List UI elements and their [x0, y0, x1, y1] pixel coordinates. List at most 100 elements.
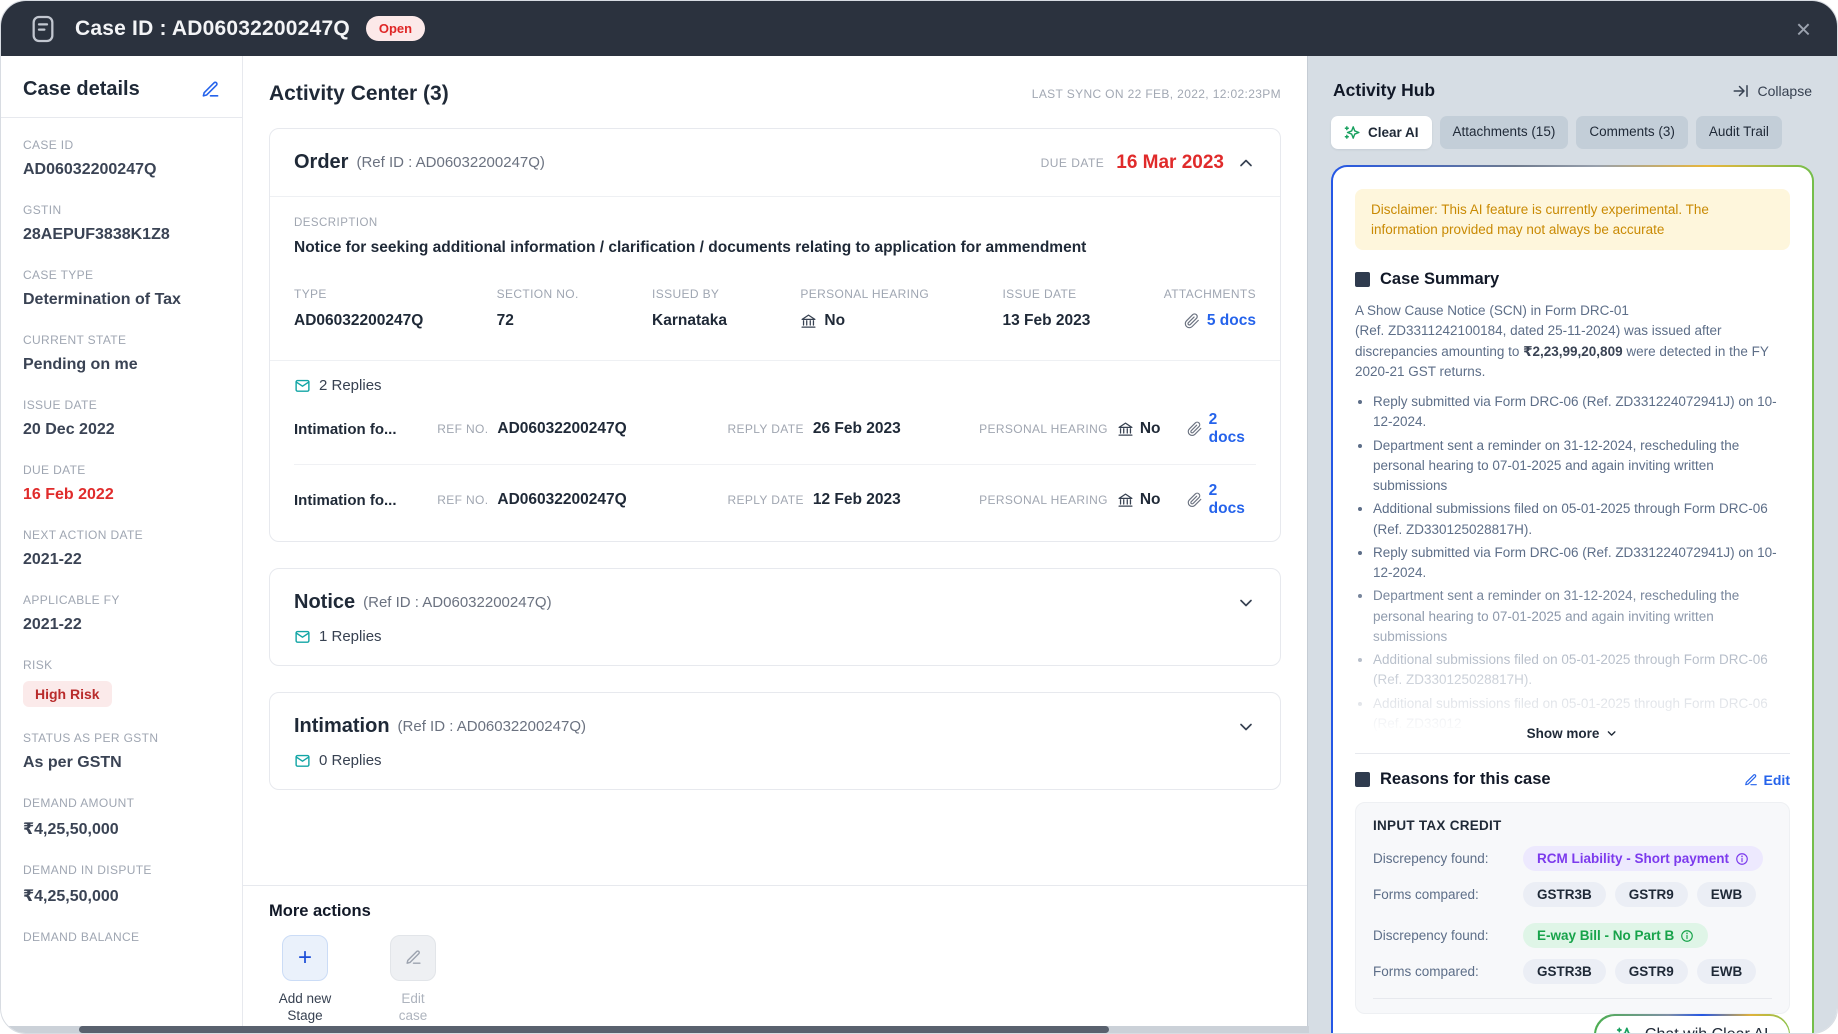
summary-bullet: Department sent a reminder on 31-12-2024…: [1373, 436, 1790, 497]
tab-clear-ai[interactable]: Clear AI: [1331, 116, 1432, 149]
order-title: Order: [294, 151, 348, 174]
field-status-gstn: STATUS AS PER GSTN As per GSTN: [23, 731, 220, 772]
last-sync-text: LAST SYNC ON 22 FEB, 2022, 12:02:23PM: [1032, 87, 1281, 101]
replies-count: 1 Replies: [319, 628, 382, 645]
activity-hub-panel: Activity Hub Collapse Clear AI Attachmen…: [1307, 56, 1837, 1034]
sparkle-icon: [1344, 124, 1361, 141]
summary-bullet: Additional submissions filed on 05-01-20…: [1373, 650, 1790, 691]
notice-card: Notice (Ref ID : AD06032200247Q) 1 Repli…: [269, 568, 1281, 666]
paperclip-icon: [1184, 313, 1200, 329]
description-text: Notice for seeking additional informatio…: [294, 239, 1256, 257]
chevron-down-icon[interactable]: [1236, 717, 1256, 737]
reply-docs-link[interactable]: 2 docs: [1209, 411, 1256, 447]
form-tag: GSTR3B: [1523, 882, 1606, 907]
chat-with-clear-ai-button[interactable]: Chat wih Clear AI: [1594, 1014, 1790, 1034]
info-icon[interactable]: [1735, 852, 1749, 866]
bank-icon: [800, 313, 817, 330]
paperclip-icon: [1187, 492, 1202, 508]
info-icon[interactable]: [1680, 929, 1694, 943]
order-card-header[interactable]: Order (Ref ID : AD06032200247Q) DUE DATE…: [270, 129, 1280, 196]
intimation-ref-id: (Ref ID : AD06032200247Q): [398, 718, 586, 735]
due-date-label: DUE DATE: [1041, 156, 1105, 170]
case-document-icon: [27, 13, 59, 45]
reply-row[interactable]: Intimation fo... REF NO. AD06032200247Q …: [294, 394, 1256, 464]
reply-row[interactable]: Intimation fo... REF NO. AD06032200247Q …: [294, 464, 1256, 535]
discrepancy-tag[interactable]: E-way Bill - No Part B: [1523, 923, 1708, 948]
chevron-down-icon: [1605, 727, 1618, 740]
reply-docs-link[interactable]: 2 docs: [1209, 482, 1256, 518]
field-demand-in-dispute: DEMAND IN DISPUTE ₹4,25,50,000: [23, 863, 220, 906]
collapse-button[interactable]: Collapse: [1732, 82, 1812, 100]
topbar: Case ID : AD06032200247Q Open ×: [1, 1, 1837, 56]
reasons-box: INPUT TAX CREDIT Discrepency found: RCM …: [1355, 802, 1790, 1014]
form-tag: GSTR9: [1615, 959, 1688, 984]
field-current-state: CURRENT STATE Pending on me: [23, 333, 220, 374]
sidebar-fields: CASE ID AD06032200247Q GSTIN 28AEPUF3838…: [1, 117, 242, 988]
reasons-heading: Reasons for this case: [1380, 770, 1551, 789]
show-more-button[interactable]: Show more: [1527, 726, 1619, 741]
detail-personal-hearing: PERSONAL HEARING No: [800, 287, 929, 330]
chevron-up-icon[interactable]: [1236, 153, 1256, 173]
sidebar-title: Case details: [23, 78, 140, 101]
tab-comments[interactable]: Comments (3): [1576, 116, 1688, 149]
activity-hub-tabs: Clear AI Attachments (15) Comments (3) A…: [1329, 116, 1816, 149]
reasons-group-title: INPUT TAX CREDIT: [1373, 818, 1772, 833]
detail-type: TYPE AD06032200247Q: [294, 287, 423, 330]
add-new-stage-button[interactable]: + Add new Stage: [269, 935, 341, 1025]
bank-icon: [1117, 492, 1134, 509]
form-tag: EWB: [1697, 959, 1757, 984]
divider: [1373, 998, 1772, 999]
case-summary-body: A Show Cause Notice (SCN) in Form DRC-01…: [1355, 301, 1790, 737]
mail-icon: [294, 628, 311, 645]
notice-card-header[interactable]: Notice (Ref ID : AD06032200247Q): [270, 569, 1280, 628]
field-case-id: CASE ID AD06032200247Q: [23, 138, 220, 179]
chevron-down-icon[interactable]: [1236, 593, 1256, 613]
intimation-card-header[interactable]: Intimation (Ref ID : AD06032200247Q): [270, 693, 1280, 752]
close-icon[interactable]: ×: [1796, 16, 1811, 42]
mail-icon: [294, 752, 311, 769]
mail-icon: [294, 377, 311, 394]
summary-bullet: Reply submitted via Form DRC-06 (Ref. ZD…: [1373, 543, 1790, 584]
collapse-arrow-icon: [1732, 82, 1750, 100]
field-demand-amount: DEMAND AMOUNT ₹4,25,50,000: [23, 796, 220, 839]
detail-section-no: SECTION NO. 72: [497, 287, 579, 330]
horizontal-scrollbar-thumb[interactable]: [79, 1026, 1109, 1033]
field-gstin: GSTIN 28AEPUF3838K1Z8: [23, 203, 220, 244]
bank-icon: [1117, 421, 1134, 438]
more-actions-section: More actions + Add new Stage Edit case: [243, 885, 1307, 1034]
tab-audit-trail[interactable]: Audit Trail: [1696, 116, 1782, 149]
summary-bullet: Department sent a reminder on 31-12-2024…: [1373, 586, 1790, 647]
order-details-row: TYPE AD06032200247Q SECTION NO. 72 ISSUE…: [294, 287, 1256, 352]
field-applicable-fy: APPLICABLE FY 2021-22: [23, 593, 220, 634]
form-tag: GSTR3B: [1523, 959, 1606, 984]
field-next-action-date: NEXT ACTION DATE 2021-22: [23, 528, 220, 569]
case-details-sidebar: Case details CASE ID AD06032200247Q GSTI…: [1, 56, 243, 1034]
detail-issue-date: ISSUE DATE 13 Feb 2023: [1002, 287, 1090, 330]
replies-count: 0 Replies: [319, 752, 382, 769]
plus-icon: +: [298, 944, 312, 972]
field-risk: RISK High Risk: [23, 658, 220, 707]
order-card: Order (Ref ID : AD06032200247Q) DUE DATE…: [269, 128, 1281, 542]
summary-amount: ₹2,23,99,20,809: [1523, 344, 1622, 359]
description-label: DESCRIPTION: [294, 217, 1256, 229]
edit-case-button[interactable]: Edit case: [377, 935, 449, 1025]
tab-attachments[interactable]: Attachments (15): [1440, 116, 1569, 149]
detail-issued-by: ISSUED BY Karnataka: [652, 287, 727, 330]
ai-disclaimer: Disclaimer: This AI feature is currently…: [1355, 189, 1790, 250]
pencil-icon: [1744, 773, 1758, 787]
section-square-icon: [1355, 272, 1370, 287]
summary-bullet: Reply submitted via Form DRC-06 (Ref. ZD…: [1373, 392, 1790, 433]
case-title: Case ID : AD06032200247Q: [75, 17, 350, 41]
paperclip-icon: [1187, 421, 1202, 437]
edit-reasons-button[interactable]: Edit: [1744, 772, 1790, 788]
intimation-title: Intimation: [294, 715, 390, 738]
attachments-docs-link[interactable]: 5 docs: [1207, 312, 1256, 330]
field-issue-date: ISSUE DATE 20 Dec 2022: [23, 398, 220, 439]
activity-center: Activity Center (3) LAST SYNC ON 22 FEB,…: [243, 56, 1307, 1034]
notice-title: Notice: [294, 591, 355, 614]
edit-case-details-icon[interactable]: [201, 80, 220, 99]
form-tag: GSTR9: [1615, 882, 1688, 907]
discrepancy-tag[interactable]: RCM Liability - Short payment: [1523, 846, 1763, 871]
more-actions-title: More actions: [269, 902, 1281, 921]
order-ref-id: (Ref ID : AD06032200247Q): [356, 154, 544, 171]
